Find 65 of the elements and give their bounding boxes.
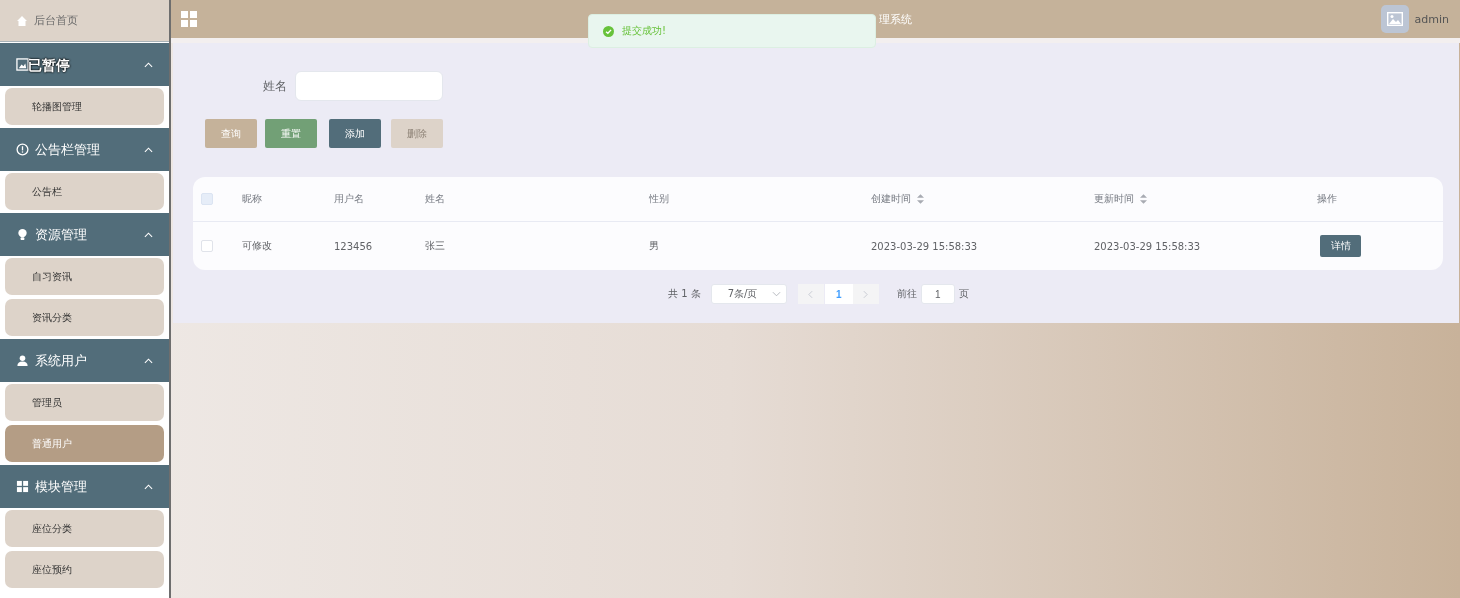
sort-icon[interactable] [1140,194,1147,204]
chevron-down-icon [771,291,781,297]
table-cell: 张三 [425,239,445,253]
paused-overlay: 已暂停 [28,57,70,75]
menu-item[interactable]: 座位分类 [5,510,164,547]
chevron-left-icon [808,289,814,299]
goto-page-input[interactable]: 1 [920,284,955,304]
menu-group-title: 公告栏管理 [35,140,100,159]
page-size-select[interactable]: 7条/页 [710,284,787,304]
check-icon [603,25,614,37]
avatar[interactable] [1380,5,1409,33]
menu-item[interactable]: 公告栏 [5,173,164,210]
detail-button[interactable]: 详情 [1320,235,1361,257]
app-title: 理系统 [879,11,912,27]
menu-item[interactable]: 座位预约 [5,551,164,588]
table-cell: 2023-03-29 15:58:33 [871,240,978,252]
grid-icon[interactable] [181,11,197,27]
action-button[interactable]: 添加 [329,119,381,148]
menu-group-header[interactable]: 已暂停 [0,43,169,86]
grid-icon [16,480,29,493]
home-label: 后台首页 [34,13,78,28]
menu-group-header[interactable]: 系统用户 [0,339,169,382]
lightbulb-icon [16,228,29,241]
sort-icon[interactable] [917,194,924,204]
home-icon [16,14,28,27]
menu-group-header[interactable]: 公告栏管理 [0,128,169,171]
select-all-checkbox[interactable] [201,193,213,205]
table-cell: 可修改 [242,239,272,253]
menu-item[interactable]: 资讯分类 [5,299,164,336]
column-header: 昵称 [242,192,262,206]
home-menu-item[interactable]: 后台首页 [0,0,169,42]
user-icon [16,354,29,367]
menu-item[interactable]: 轮播图管理 [5,88,164,125]
column-header: 姓名 [425,192,445,206]
row-checkbox[interactable] [201,240,213,252]
table-cell: 2023-03-29 15:58:33 [1094,240,1201,252]
page-suffix: 页 [958,287,969,301]
goto-label: 前往 [896,287,917,301]
menu-group-title: 系统用户 [35,351,87,370]
username[interactable]: admin [1414,12,1449,26]
menu-item[interactable]: 自习资讯 [5,258,164,295]
next-page-button[interactable] [852,284,879,304]
column-header: 操作 [1317,192,1337,206]
toast-message: 提交成功! [622,24,666,38]
column-header: 创建时间 [871,192,911,206]
chevron-right-icon [863,289,869,299]
image-icon [1386,12,1403,26]
info-icon [16,143,29,156]
column-header: 用户名 [334,192,364,206]
name-input-field[interactable] [295,71,443,101]
menu-group-header[interactable]: 模块管理 [0,465,169,508]
menu-item[interactable]: 管理员 [5,384,164,421]
action-button[interactable]: 重置 [265,119,317,148]
total-count: 共 1 条 [668,287,701,301]
field-label: 姓名 [263,77,287,95]
menu-group-title: 资源管理 [35,225,87,244]
page-number[interactable]: 1 [824,284,853,304]
table-cell: 123456 [334,240,373,252]
table-cell: 男 [649,239,659,253]
menu-group-header[interactable]: 资源管理 [0,213,169,256]
image-icon [16,58,29,71]
column-header: 更新时间 [1094,192,1134,206]
column-header: 性别 [649,192,669,206]
previous-page-button[interactable] [797,284,824,304]
menu-group-title: 模块管理 [35,477,87,496]
